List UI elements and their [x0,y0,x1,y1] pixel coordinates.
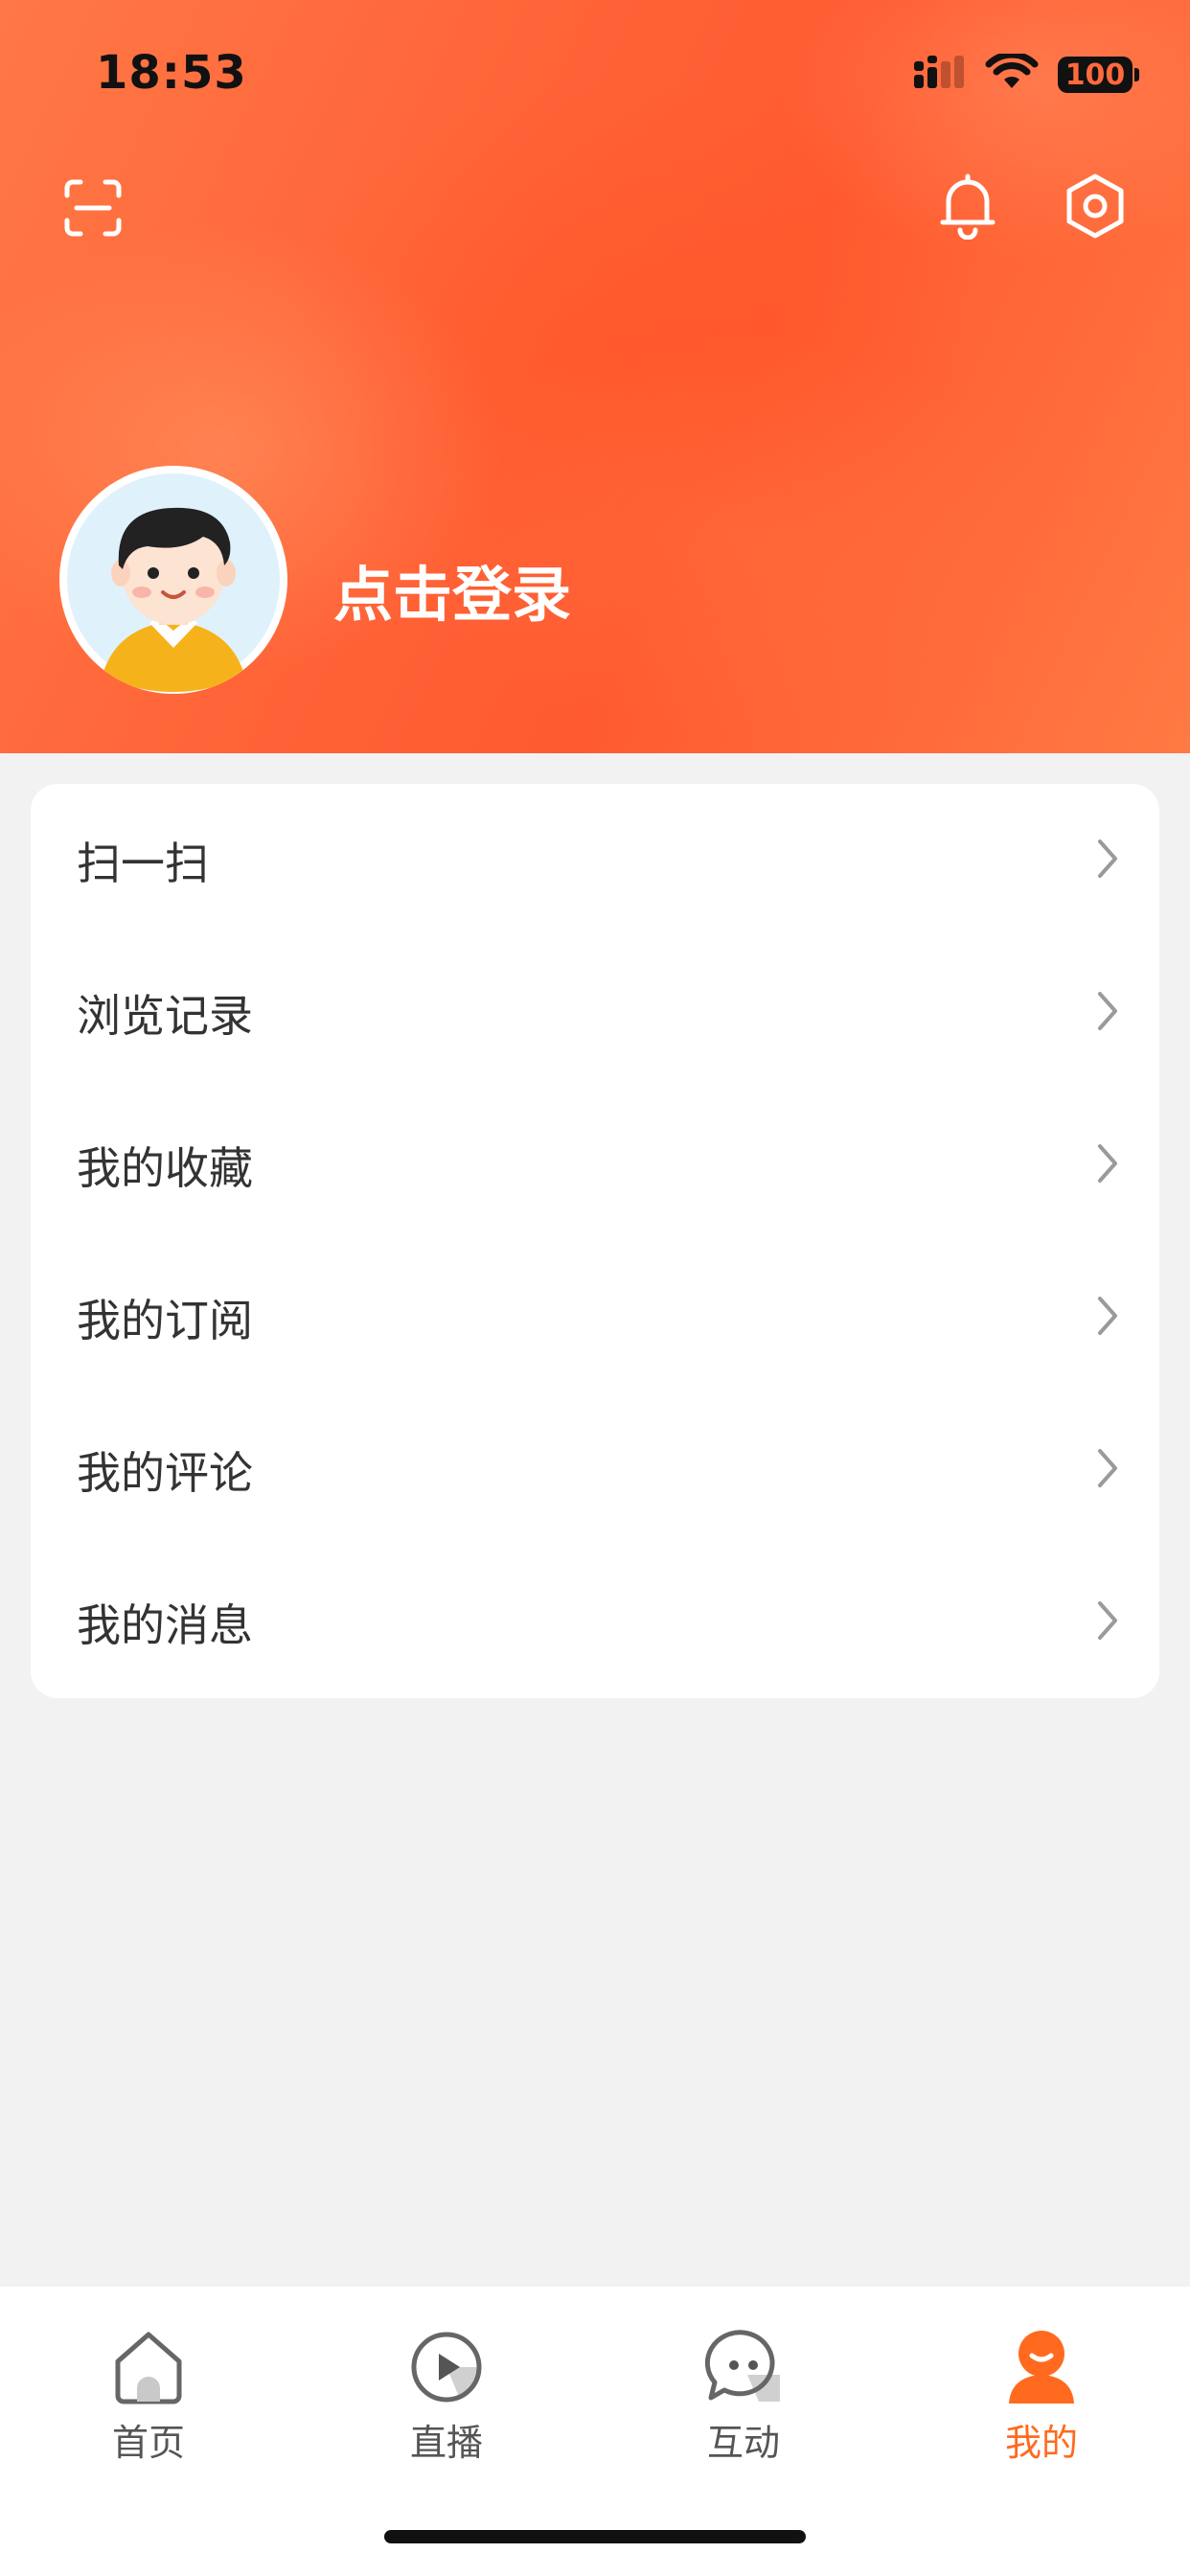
home-indicator[interactable] [384,2530,806,2543]
live-icon [406,2327,487,2407]
profile-header: 18:53 100 点击登录 [0,0,1190,753]
menu-item-history[interactable]: 浏览记录 [31,936,1159,1089]
menu-item-label: 浏览记录 [77,989,253,1042]
avatar[interactable] [59,466,287,694]
menu-item-messages[interactable]: 我的消息 [31,1546,1159,1698]
menu-card: 扫一扫 浏览记录 我的收藏 我的订阅 我的评论 我的消息 [31,784,1159,1698]
tab-live[interactable]: 直播 [298,2287,595,2478]
status-icons: 100 [912,51,1139,96]
chevron-right-icon [1096,1447,1119,1493]
tab-label: 直播 [409,2422,483,2464]
battery-level: 100 [1064,58,1126,92]
tab-interact[interactable]: 互动 [595,2287,892,2478]
chevron-right-icon [1096,1142,1119,1188]
battery-icon: 100 [1058,57,1139,93]
chevron-right-icon [1096,1295,1119,1341]
tab-label: 首页 [111,2422,185,2464]
menu-item-label: 我的消息 [77,1598,253,1651]
scan-icon[interactable] [63,178,123,238]
home-icon [108,2327,189,2407]
tab-me[interactable]: 我的 [893,2287,1190,2478]
chevron-right-icon [1096,990,1119,1036]
bell-icon[interactable] [937,172,998,240]
menu-item-label: 我的订阅 [77,1294,253,1346]
menu-item-favorites[interactable]: 我的收藏 [31,1089,1159,1241]
menu-item-scan[interactable]: 扫一扫 [31,784,1159,936]
login-button[interactable]: 点击登录 [333,546,571,632]
menu-item-label: 我的收藏 [77,1141,253,1194]
tab-label: 互动 [706,2422,780,2464]
menu-item-comments[interactable]: 我的评论 [31,1393,1159,1546]
menu-item-subscriptions[interactable]: 我的订阅 [31,1241,1159,1393]
chevron-right-icon [1096,838,1119,884]
settings-icon[interactable] [1064,172,1127,240]
menu-item-label: 扫一扫 [77,837,209,889]
menu-item-label: 我的评论 [77,1446,253,1499]
status-time: 18:53 [96,46,247,100]
chat-icon [703,2327,784,2407]
tab-label: 我的 [1004,2422,1078,2464]
wifi-icon [985,51,1039,96]
signal-icon [912,54,966,96]
tab-home[interactable]: 首页 [0,2287,297,2478]
profile-icon [1001,2327,1082,2407]
chevron-right-icon [1096,1599,1119,1645]
